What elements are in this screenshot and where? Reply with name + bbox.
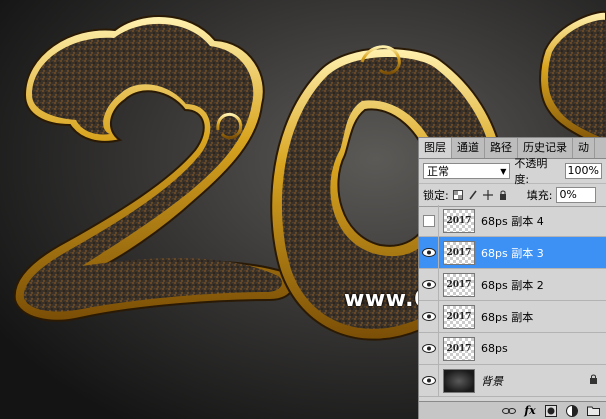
folder-icon[interactable] [586,404,600,418]
tab-actions[interactable]: 动 [573,138,595,158]
layer-row[interactable]: 2017 68ps 副本 4 [419,204,606,237]
layer-row[interactable]: 2017 68ps 副本 2 [419,268,606,301]
lock-label: 锁定: [423,189,449,202]
eye-icon[interactable] [419,236,439,269]
blend-mode-value: 正常 [427,165,449,178]
opacity-label: 不透明度: [514,157,548,186]
layers-panel: 图层 通道 路径 历史记录 动 正常 ▼ 不透明度: 100% 锁定: 填充: … [418,137,606,419]
lock-transparent-icon[interactable] [453,190,464,201]
eye-icon[interactable] [419,364,439,397]
tab-paths[interactable]: 路径 [485,138,518,158]
eye-icon[interactable] [419,300,439,333]
lock-row: 锁定: 填充: 0% [419,184,606,207]
panel-footer: fx [419,401,606,419]
layer-thumbnail: 2017 [443,208,475,233]
lock-icon [589,374,598,387]
fx-icon[interactable]: fx [523,404,537,418]
fill-label: 填充: [526,189,553,202]
layer-name: 68ps [481,342,508,355]
layer-name: 68ps 副本 3 [481,246,544,260]
layer-thumbnail: 2017 [443,304,475,329]
background-thumbnail [443,368,475,393]
layer-name: 68ps 副本 4 [481,214,544,228]
visibility-empty-box[interactable] [419,204,439,237]
layer-row-background[interactable]: 背景 [419,364,606,397]
layer-name: 背景 [481,374,503,388]
panel-tabs: 图层 通道 路径 历史记录 动 [419,138,606,159]
fill-input[interactable]: 0% [556,187,597,203]
link-icon[interactable] [502,404,516,418]
layer-row[interactable]: 2017 68ps [419,332,606,365]
layer-row-selected[interactable]: 2017 68ps 副本 3 [419,236,606,269]
chevron-down-icon: ▼ [500,166,507,176]
layer-thumbnail: 2017 [443,336,475,361]
layer-name: 68ps 副本 2 [481,278,544,292]
mask-icon[interactable] [544,404,558,418]
lock-all-icon[interactable] [498,190,509,201]
layer-row[interactable]: 2017 68ps 副本 [419,300,606,333]
tab-channels[interactable]: 通道 [452,138,485,158]
blend-row: 正常 ▼ 不透明度: 100% [419,157,606,186]
lock-brush-icon[interactable] [468,190,479,201]
layer-thumbnail: 2017 [443,272,475,297]
eye-icon[interactable] [419,268,439,301]
opacity-input[interactable]: 100% [564,163,602,179]
adjustment-icon[interactable] [565,404,579,418]
layer-name: 68ps 副本 [481,310,534,324]
layers-list: 2017 68ps 副本 4 2017 68ps 副本 3 2017 68ps … [419,204,606,397]
eye-icon[interactable] [419,332,439,365]
lock-move-icon[interactable] [483,190,494,201]
tab-layers[interactable]: 图层 [419,138,452,158]
layer-thumbnail: 2017 [443,240,475,265]
blend-mode-select[interactable]: 正常 ▼ [423,163,511,179]
